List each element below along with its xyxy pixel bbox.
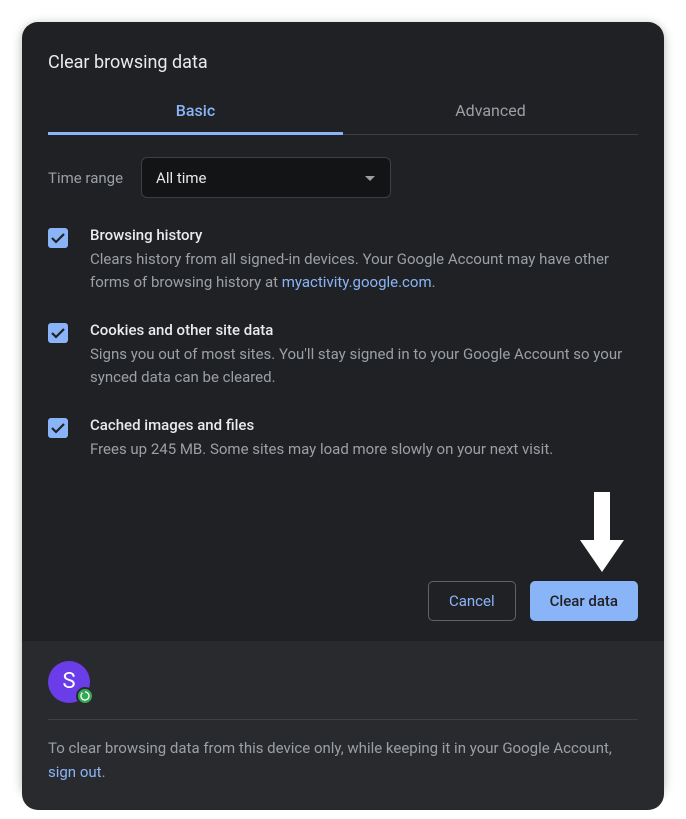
checkbox-cookies[interactable]: [48, 323, 68, 343]
option-title: Cached images and files: [90, 416, 638, 434]
dialog-footer: S To clear browsing data from this devic…: [22, 641, 664, 810]
avatar-row: S: [48, 661, 638, 719]
dialog-title: Clear browsing data: [48, 48, 638, 87]
sign-out-link[interactable]: sign out: [48, 763, 102, 781]
check-icon: [51, 233, 65, 244]
option-text: Cookies and other site data Signs you ou…: [90, 321, 638, 388]
time-range-label: Time range: [48, 169, 123, 187]
clear-data-button[interactable]: Clear data: [530, 581, 638, 621]
option-title: Browsing history: [90, 226, 638, 244]
time-range-row: Time range All time: [48, 135, 638, 220]
cancel-button[interactable]: Cancel: [428, 581, 516, 621]
option-description: Signs you out of most sites. You'll stay…: [90, 343, 638, 388]
clear-browsing-data-dialog: Clear browsing data Basic Advanced Time …: [22, 22, 664, 797]
option-text: Browsing history Clears history from all…: [90, 226, 638, 293]
time-range-dropdown[interactable]: All time: [141, 157, 391, 198]
tab-basic[interactable]: Basic: [48, 87, 343, 134]
avatar-letter: S: [62, 669, 75, 694]
avatar: S: [48, 661, 90, 703]
option-title: Cookies and other site data: [90, 321, 638, 339]
sync-badge-icon: [76, 687, 94, 705]
divider: [48, 719, 638, 720]
time-range-value: All time: [156, 169, 206, 187]
arrow-down-icon: [577, 492, 627, 577]
myactivity-link[interactable]: myactivity.google.com: [282, 273, 432, 291]
chevron-down-icon: [364, 168, 376, 187]
check-icon: [51, 423, 65, 434]
option-browsing-history: Browsing history Clears history from all…: [48, 226, 638, 293]
tabs: Basic Advanced: [48, 87, 638, 135]
option-description: Clears history from all signed-in device…: [90, 248, 638, 293]
option-description: Frees up 245 MB. Some sites may load mor…: [90, 438, 638, 461]
option-cache: Cached images and files Frees up 245 MB.…: [48, 416, 638, 461]
option-cookies: Cookies and other site data Signs you ou…: [48, 321, 638, 388]
checkbox-browsing-history[interactable]: [48, 228, 68, 248]
options-list: Browsing history Clears history from all…: [48, 220, 638, 461]
dialog-actions: Cancel Clear data: [48, 461, 638, 641]
checkbox-cache[interactable]: [48, 418, 68, 438]
footer-text: To clear browsing data from this device …: [48, 736, 638, 784]
tab-advanced[interactable]: Advanced: [343, 87, 638, 134]
check-icon: [51, 328, 65, 339]
option-text: Cached images and files Frees up 245 MB.…: [90, 416, 638, 461]
